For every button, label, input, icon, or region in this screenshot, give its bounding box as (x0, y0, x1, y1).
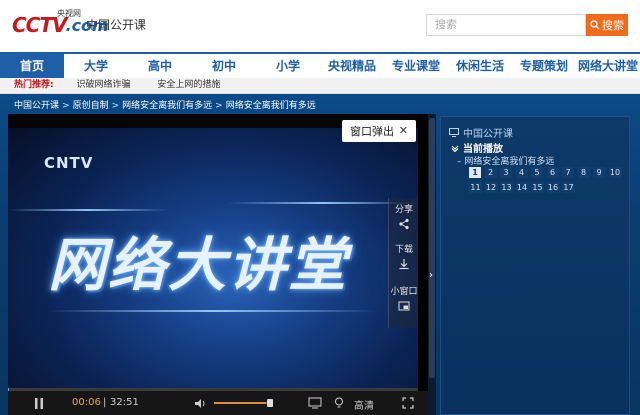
breadcrumb-item[interactable]: 中国公开课 (14, 101, 59, 111)
logo-cn-text: 央视网 (57, 9, 81, 18)
share-icon (399, 218, 409, 230)
now-playing[interactable]: 当前播放 (451, 140, 503, 155)
episode-button[interactable]: 1 (469, 167, 481, 178)
search-button-label: 搜索 (602, 20, 624, 32)
nav-item-primary-school[interactable]: 小学 (256, 54, 320, 78)
quality-button[interactable]: 高清 (354, 397, 374, 412)
popup-window-button[interactable]: 窗口弹出 ✕ (342, 120, 416, 142)
playlist-header: 中国公开课 (449, 125, 513, 140)
hot-link[interactable]: 安全上网的措施 (157, 80, 220, 90)
episode-button[interactable]: 17 (562, 182, 575, 193)
episode-button[interactable]: 16 (546, 182, 560, 193)
site-name[interactable]: 中国公开课 (86, 16, 146, 33)
episode-button[interactable]: 9 (593, 167, 605, 178)
nav-item-cctv-selected[interactable]: 央视精品 (320, 54, 384, 78)
close-icon[interactable]: ✕ (399, 124, 408, 137)
light-icon[interactable] (334, 397, 344, 409)
collapse-arrow-icon[interactable]: › (429, 270, 433, 281)
volume-icon[interactable] (194, 398, 206, 409)
main-content: 中国公开课 > 原创自制 > 网络安全离我们有多远 > 网络安全离我们有多远 CNTV 网络… (0, 94, 640, 415)
search-button[interactable]: 搜索 (586, 14, 628, 36)
player-controls: 00:06 | 32:51 高清 (8, 391, 428, 415)
search-icon (590, 20, 600, 30)
episode-button[interactable]: 10 (608, 167, 622, 178)
mini-window-button[interactable]: 小窗口 (389, 284, 418, 312)
episode-button[interactable]: 7 (562, 167, 574, 178)
playlist-title: 中国公开课 (463, 129, 513, 140)
cntv-watermark: CNTV (44, 154, 94, 172)
episode-button[interactable]: 2 (484, 167, 497, 178)
hot-recommend-bar: 热门推荐: 识破网络诈骗 安全上网的措施 (0, 78, 640, 94)
fullscreen-icon[interactable] (402, 397, 414, 409)
player-scrollbar[interactable] (428, 114, 436, 415)
nav-item-special[interactable]: 专题策划 (512, 54, 576, 78)
download-button[interactable]: 下载 (389, 242, 418, 270)
monitor-icon (449, 128, 459, 137)
light-streak (48, 310, 378, 312)
hot-label: 热门推荐: (14, 80, 54, 90)
episode-button[interactable]: 6 (546, 167, 559, 178)
program-title-art: 网络大讲堂 (48, 231, 349, 299)
volume-slider[interactable] (214, 402, 272, 404)
download-icon (399, 259, 409, 270)
nav-item-web-lecture[interactable]: 网络大讲堂 (576, 54, 640, 78)
breadcrumb-item[interactable]: 网络安全离我们有多远 (122, 101, 212, 111)
episode-button[interactable]: 14 (515, 182, 529, 193)
nav-item-high-school[interactable]: 高中 (128, 54, 192, 78)
time-current: 00:06 (72, 397, 101, 408)
search-input[interactable]: 搜索 (426, 14, 586, 36)
popup-window-label: 窗口弹出 (350, 125, 394, 138)
nav-item-home[interactable]: 首页 (0, 54, 64, 78)
episode-button[interactable]: 8 (577, 167, 590, 178)
scroll-thumb[interactable] (429, 118, 435, 378)
video-frame[interactable]: CNTV 网络大讲堂 窗口弹出 ✕ 分享 下载 小窗口 (8, 114, 418, 388)
episode-button[interactable]: 13 (500, 182, 513, 193)
episode-button[interactable]: 11 (469, 182, 482, 193)
download-label: 下载 (394, 245, 413, 255)
breadcrumb-item[interactable]: 原创自制 (73, 101, 109, 111)
nav-item-middle-school[interactable]: 初中 (192, 54, 256, 78)
chevron-down-icon (451, 145, 459, 152)
light-streak (8, 209, 168, 211)
episode-button[interactable]: 4 (515, 167, 528, 178)
playlist-item[interactable]: – 网络安全离我们有多远 (457, 154, 554, 167)
screen-mode-icon[interactable] (308, 397, 322, 409)
playlist-panel: 中国公开课 当前播放 – 网络安全离我们有多远 1 2 3 4 5 6 7 8 9 10 11 12 1… (440, 116, 630, 415)
breadcrumb: 中国公开课 > 原创自制 > 网络安全离我们有多远 > 网络安全离我们有多远 (14, 98, 316, 111)
breadcrumb-separator: > (62, 101, 70, 111)
nav-item-leisure[interactable]: 休闲生活 (448, 54, 512, 78)
episode-button[interactable]: 3 (500, 167, 512, 178)
nav-item-university[interactable]: 大学 (64, 54, 128, 78)
episode-button[interactable]: 12 (484, 182, 498, 193)
site-header: CCTV .com 央视网 中国公开课 搜索 搜索 (0, 0, 640, 50)
volume-knob[interactable] (267, 399, 273, 407)
breadcrumb-separator: > (215, 101, 223, 111)
player-side-tools: 分享 下载 小窗口 (388, 198, 418, 328)
mini-window-label: 小窗口 (390, 287, 418, 297)
main-nav: 首页 大学 高中 初中 小学 央视精品 专业课堂 休闲生活 专题策划 网络大讲堂 (0, 52, 640, 78)
nav-item-professional[interactable]: 专业课堂 (384, 54, 448, 78)
breadcrumb-item-current: 网络安全离我们有多远 (225, 101, 316, 111)
volume-fill (214, 402, 267, 404)
video-player[interactable]: CNTV 网络大讲堂 窗口弹出 ✕ 分享 下载 小窗口 00:06 | 32:5… (8, 114, 428, 415)
mini-window-icon (398, 301, 410, 311)
time-separator: | (103, 397, 107, 408)
time-total: 32:51 (110, 397, 139, 408)
breadcrumb-separator: > (111, 101, 120, 111)
hot-link[interactable]: 识破网络诈骗 (76, 80, 130, 90)
playlist-item-title: 网络安全离我们有多远 (464, 157, 555, 167)
episode-button[interactable]: 15 (531, 182, 544, 193)
episode-button[interactable]: 5 (531, 167, 543, 178)
pause-icon[interactable] (34, 398, 44, 409)
now-playing-label: 当前播放 (463, 144, 503, 155)
share-button[interactable]: 分享 (389, 202, 418, 230)
share-label: 分享 (394, 205, 413, 215)
